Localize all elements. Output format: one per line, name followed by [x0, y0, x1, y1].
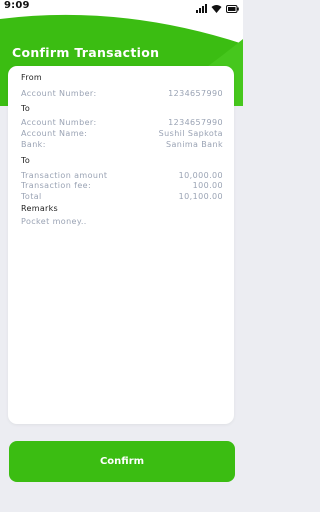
to-bank-value: Sanima Bank	[165, 140, 223, 149]
signal-icon	[196, 0, 207, 17]
from-account-number-value: 1234657990	[168, 89, 223, 98]
transaction-fee-value: 100.00	[192, 181, 223, 190]
status-bar: 9:09	[0, 0, 243, 14]
total-value: 10,100.00	[178, 192, 223, 201]
battery-icon	[226, 0, 239, 17]
status-time: 9:09	[4, 0, 30, 11]
remarks-section-label: Remarks	[21, 204, 59, 213]
transaction-amount-value: 10,000.00	[178, 171, 223, 180]
transaction-fee-label: Transaction fee:	[21, 181, 92, 190]
transaction-details-card: From Account Number: 1234657990 To Accou…	[8, 66, 234, 424]
to-account-name-label: Account Name:	[21, 129, 88, 138]
amounts-section-label: To	[21, 156, 31, 165]
to-account-number-value: 1234657990	[168, 118, 223, 127]
to-section-label: To	[21, 104, 31, 113]
remarks-text: Pocket money..	[21, 217, 87, 226]
wifi-icon	[211, 0, 222, 17]
to-bank-label: Bank:	[21, 140, 46, 149]
to-account-number-label: Account Number:	[21, 118, 97, 127]
confirm-button[interactable]: Confirm	[9, 441, 235, 482]
to-account-name-value: Sushil Sapkota	[158, 129, 223, 138]
status-icons	[196, 2, 239, 13]
page-title: Confirm Transaction	[12, 45, 160, 60]
from-account-number-label: Account Number:	[21, 89, 97, 98]
transaction-amount-label: Transaction amount	[21, 171, 108, 180]
from-section-label: From	[21, 73, 43, 82]
total-label: Total	[21, 192, 42, 201]
